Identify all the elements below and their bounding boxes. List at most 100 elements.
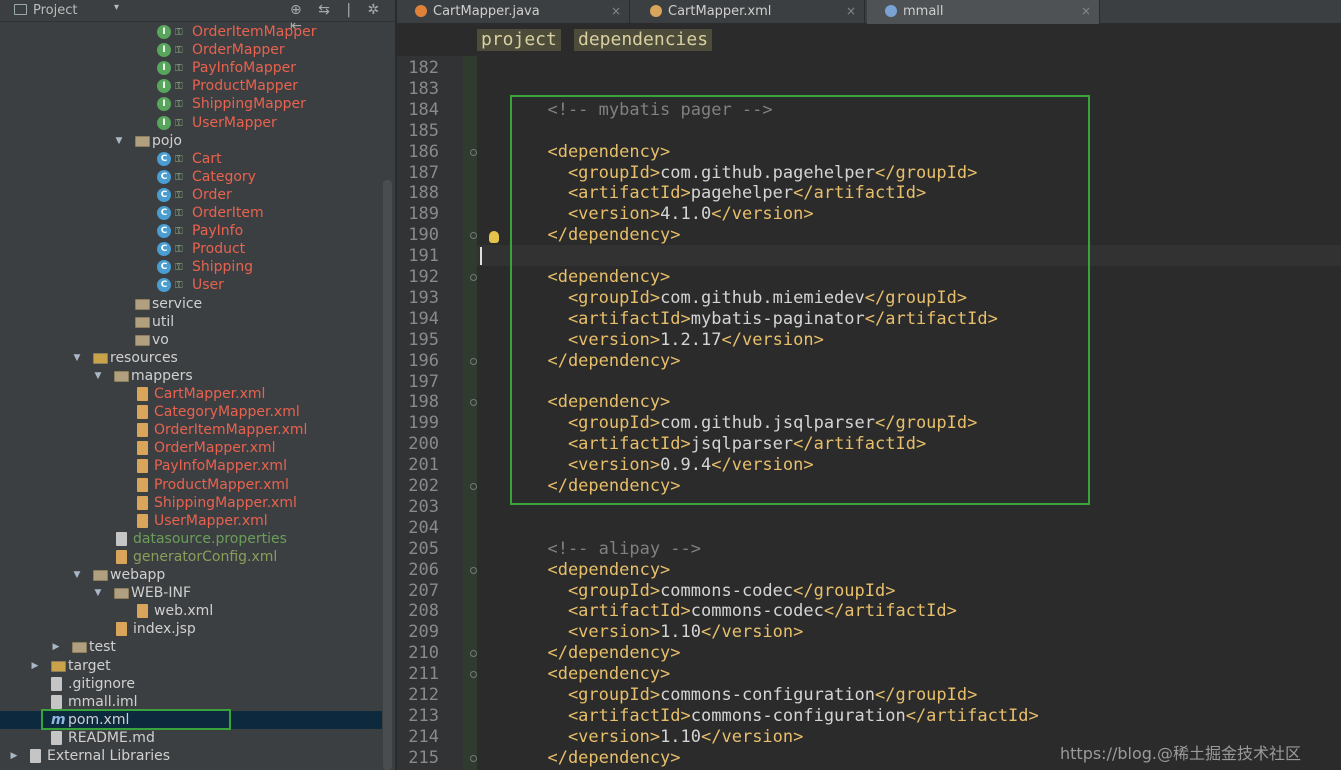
project-view-selector[interactable]: Project — [14, 3, 77, 18]
fold-marker-icon[interactable] — [470, 754, 477, 762]
tree-item-index-jsp[interactable]: index.jsp — [0, 620, 382, 638]
line-number: 203 — [408, 496, 439, 517]
tree-item-pojo[interactable]: ▼ pojo — [0, 132, 382, 150]
expand-arrow-icon[interactable]: ▼ — [71, 349, 83, 367]
breadcrumb-dependencies[interactable]: dependencies — [574, 29, 713, 51]
tree-item-user[interactable]: C ⚿ User — [0, 276, 382, 294]
expand-arrow-icon[interactable]: ▼ — [113, 132, 125, 150]
tree-item-mmall-iml[interactable]: mmall.iml — [0, 693, 382, 711]
tree-item-cart[interactable]: C ⚿ Cart — [0, 150, 382, 168]
tree-item-product[interactable]: C ⚿ Product — [0, 240, 382, 258]
fold-marker-icon[interactable] — [470, 232, 477, 240]
close-icon[interactable]: × — [1081, 0, 1091, 23]
tree-item-category[interactable]: C ⚿ Category — [0, 168, 382, 186]
tree-item--gitignore[interactable]: .gitignore — [0, 675, 382, 693]
tree-item-payinfomapper[interactable]: I ⚿ PayInfoMapper — [0, 59, 382, 77]
line-number: 200 — [408, 434, 439, 455]
interface-icon: I — [157, 79, 171, 94]
class-icon: C — [157, 206, 171, 220]
interface-icon: I — [157, 115, 171, 130]
breadcrumb-project[interactable]: project — [477, 29, 561, 51]
tree-item-external-libraries[interactable]: ▶ External Libraries — [0, 747, 382, 765]
expand-arrow-icon[interactable]: ▼ — [92, 367, 104, 385]
fold-marker-icon[interactable] — [470, 274, 477, 281]
tree-item-productmapper[interactable]: I ⚿ ProductMapper — [0, 77, 382, 95]
tree-item-payinfomapper-xml[interactable]: PayInfoMapper.xml — [0, 457, 382, 475]
tree-item-generatorconfig-xml[interactable]: generatorConfig.xml — [0, 548, 382, 566]
fold-marker-icon[interactable] — [470, 399, 477, 407]
xml-tag: </groupId> — [864, 287, 968, 308]
tree-item-categorymapper-xml[interactable]: CategoryMapper.xml — [0, 403, 382, 421]
chevron-down-icon[interactable]: ▾ — [114, 2, 119, 13]
tab-cartmapper-java[interactable]: CartMapper.java × — [397, 0, 630, 24]
tree-item-readme-md[interactable]: README.md — [0, 729, 382, 747]
tree-item-label: OrderItemMapper.xml — [154, 422, 308, 439]
tree-item-label: web.xml — [154, 603, 214, 620]
tree-item-label: util — [152, 313, 175, 330]
xml-tag: <dependency> — [527, 141, 671, 162]
line-number: 199 — [408, 413, 439, 434]
tree-item-cartmapper-xml[interactable]: CartMapper.xml — [0, 385, 382, 403]
tree-item-label: ProductMapper — [192, 78, 298, 95]
tree-item-ordermapper[interactable]: I ⚿ OrderMapper — [0, 41, 382, 59]
code-line: <artifactId>mybatis-paginator</artifactI… — [527, 309, 998, 330]
java-file-icon — [415, 5, 427, 17]
tree-item-web-inf[interactable]: ▼ WEB-INF — [0, 584, 382, 602]
tab-label: CartMapper.xml — [668, 4, 772, 19]
tree-item-orderitemmapper[interactable]: I ⚿ OrderItemMapper — [0, 23, 382, 41]
lightbulb-icon[interactable] — [489, 231, 499, 243]
code-editor[interactable]: 182 183 184 <!-- mybatis pager --> 185 186 <… — [397, 56, 1341, 770]
expand-arrow-icon[interactable]: ▼ — [92, 584, 104, 602]
tab-cartmapper-xml[interactable]: CartMapper.xml × — [632, 0, 865, 24]
tree-item-webapp[interactable]: ▼ webapp — [0, 566, 382, 584]
tree-item-label: Product — [192, 241, 246, 258]
tree-item-usermapper[interactable]: I ⚿ UserMapper — [0, 114, 382, 132]
tree-item-label: UserMapper.xml — [154, 512, 268, 529]
collapse-arrow-icon[interactable]: ▶ — [29, 657, 41, 675]
tree-item-service[interactable]: service — [0, 295, 382, 313]
fold-marker-icon[interactable] — [470, 650, 477, 658]
tree-item-shippingmapper[interactable]: I ⚿ ShippingMapper — [0, 95, 382, 113]
line-number: 191 — [408, 246, 439, 267]
fold-marker-icon[interactable] — [470, 357, 477, 365]
tree-item-label: ShippingMapper — [192, 96, 306, 113]
fold-marker-icon[interactable] — [470, 483, 477, 490]
tree-item-productmapper-xml[interactable]: ProductMapper.xml — [0, 476, 382, 494]
tree-item-mappers[interactable]: ▼ mappers — [0, 367, 382, 385]
fold-marker-icon[interactable] — [470, 566, 477, 574]
xml-file-icon — [116, 622, 127, 637]
xml-tag: <groupId> — [527, 162, 661, 183]
fold-marker-icon[interactable] — [470, 671, 477, 679]
xml-text: com.github.pagehelper — [660, 162, 875, 183]
expand-arrow-icon[interactable]: ▼ — [71, 566, 83, 584]
collapse-arrow-icon[interactable]: ▶ — [50, 638, 62, 656]
tree-item-order[interactable]: C ⚿ Order — [0, 186, 382, 204]
tree-item-payinfo[interactable]: C ⚿ PayInfo — [0, 222, 382, 240]
tree-item-test[interactable]: ▶ test — [0, 638, 382, 656]
tree-item-web-xml[interactable]: web.xml — [0, 602, 382, 620]
tab-mmall[interactable]: mmall × — [867, 0, 1100, 24]
line-number: 204 — [408, 517, 439, 538]
close-icon[interactable]: × — [611, 0, 621, 23]
tree-item-ordermapper-xml[interactable]: OrderMapper.xml — [0, 439, 382, 457]
tree-item-vo[interactable]: vo — [0, 331, 382, 349]
xml-tag: <dependency> — [527, 559, 671, 580]
tree-item-util[interactable]: util — [0, 313, 382, 331]
tree-item-datasource-properties[interactable]: datasource.properties — [0, 530, 382, 548]
tree-item-shipping[interactable]: C ⚿ Shipping — [0, 258, 382, 276]
project-tree-scrollbar[interactable] — [383, 180, 392, 770]
tree-item-shippingmapper-xml[interactable]: ShippingMapper.xml — [0, 494, 382, 512]
tree-item-orderitem[interactable]: C ⚿ OrderItem — [0, 204, 382, 222]
line-number: 208 — [408, 601, 439, 622]
tree-item-orderitemmapper-xml[interactable]: OrderItemMapper.xml — [0, 421, 382, 439]
collapse-arrow-icon[interactable]: ▶ — [8, 747, 20, 765]
tree-item-resources[interactable]: ▼ resources — [0, 349, 382, 367]
xml-comment: <!-- mybatis pager --> — [527, 99, 773, 120]
tree-item-target[interactable]: ▶ target — [0, 657, 382, 675]
close-icon[interactable]: × — [846, 0, 856, 23]
xml-tag: <artifactId> — [527, 705, 691, 726]
fold-marker-icon[interactable] — [470, 148, 477, 156]
tree-item-usermapper-xml[interactable]: UserMapper.xml — [0, 512, 382, 530]
tree-item-label: datasource.properties — [133, 530, 287, 547]
xml-tag: <dependency> — [527, 392, 671, 413]
